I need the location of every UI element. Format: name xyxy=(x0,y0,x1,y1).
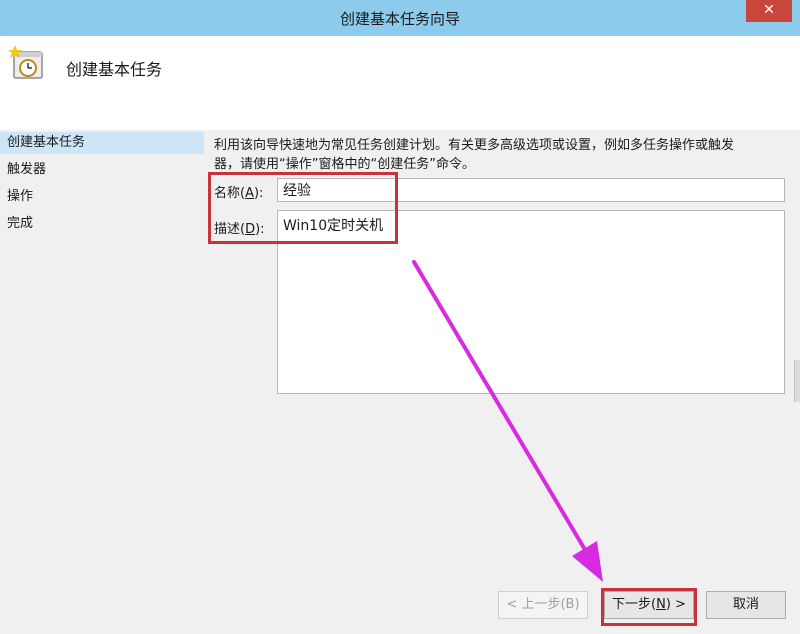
window-edge-scrollbar xyxy=(794,360,800,402)
name-input[interactable] xyxy=(277,178,785,202)
intro-line-1: 利用该向导快速地为常见任务创建计划。有关更多高级选项或设置，例如多任务操作或触发 xyxy=(214,138,735,153)
description-label: 描述(D): xyxy=(214,222,265,237)
wizard-steps: 创建基本任务 触发器 操作 完成 xyxy=(0,130,204,634)
step-trigger[interactable]: 触发器 xyxy=(0,159,204,181)
cancel-button[interactable]: 取消 xyxy=(706,591,786,619)
close-button[interactable]: ✕ xyxy=(746,0,792,22)
intro-line-2: 器，请使用“操作”窗格中的“创建任务”命令。 xyxy=(214,157,475,172)
window-title: 创建基本任务向导 xyxy=(339,10,460,28)
close-icon: ✕ xyxy=(763,2,775,18)
title-bar: 创建基本任务向导 ✕ xyxy=(0,0,800,36)
wizard-heading: 创建基本任务 xyxy=(66,60,163,79)
step-finish[interactable]: 完成 xyxy=(0,213,204,235)
step-create-basic-task[interactable]: 创建基本任务 xyxy=(0,132,204,154)
step-action[interactable]: 操作 xyxy=(0,186,204,208)
wizard-header: 创建基本任务 xyxy=(0,36,800,130)
intro-text: 利用该向导快速地为常见任务创建计划。有关更多高级选项或设置，例如多任务操作或触发… xyxy=(214,136,784,174)
next-button[interactable]: 下一步(N) > xyxy=(604,591,694,619)
task-clock-icon xyxy=(8,45,43,79)
description-input[interactable]: Win10定时关机 xyxy=(277,210,785,394)
name-label: 名称(A): xyxy=(214,186,264,201)
back-button[interactable]: < 上一步(B) xyxy=(498,591,588,619)
wizard-body: 创建基本任务 触发器 操作 完成 利用该向导快速地为常见任务创建计划。有关更多高… xyxy=(0,130,800,634)
